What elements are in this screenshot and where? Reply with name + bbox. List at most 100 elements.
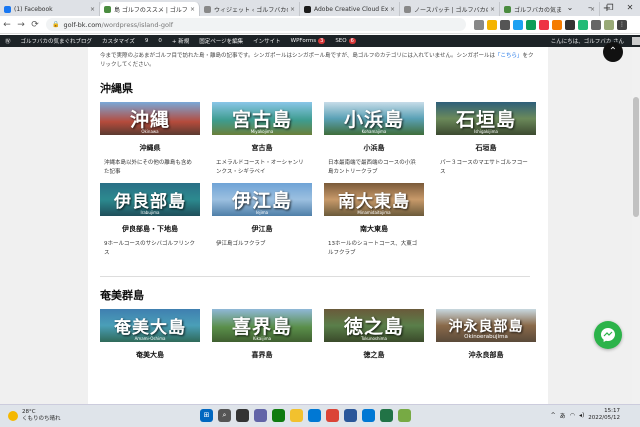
profile-avatar[interactable] [604, 19, 614, 30]
admin-wpforms[interactable]: WPForms 3 [286, 38, 331, 44]
island-name[interactable]: 沖永良部島 [436, 350, 536, 360]
island-name[interactable]: 宮古島 [212, 143, 312, 153]
island-card[interactable]: 喜界島 Kikaijima 喜界島 [212, 309, 312, 360]
admin-insight[interactable]: インサイト [248, 37, 286, 45]
island-card[interactable]: 南大東島 Minamidaitojima 南大東島 13ホールのショートコース、大東ゴ… [324, 183, 424, 258]
browser-tab[interactable]: (1) Facebook × [0, 2, 100, 16]
singapore-link[interactable]: 「こちら」 [495, 53, 523, 59]
browser-tab[interactable]: ノースパッチ | ゴルフバカの気ま× [400, 2, 500, 16]
island-thumbnail[interactable]: 沖縄 Okinawa [100, 102, 200, 135]
island-name[interactable]: 喜界島 [212, 350, 312, 360]
excel-icon[interactable] [380, 409, 393, 422]
tab-close-icon[interactable]: × [90, 6, 95, 13]
avatar[interactable] [632, 37, 640, 45]
volume-icon[interactable]: ◂) [579, 412, 584, 419]
island-name[interactable]: 奄美大島 [100, 350, 200, 360]
browser-tab[interactable]: 島 ゴルフのススメ | ゴルフバカの気ま× [100, 2, 200, 16]
messenger-chat-button[interactable] [594, 321, 622, 349]
admin-edit-page[interactable]: 固定ページを編集 [194, 37, 248, 45]
extension-icon[interactable] [513, 19, 523, 30]
address-bar[interactable]: 🔒 golf-bk.com/wordpress/island-golf [46, 18, 466, 31]
island-card[interactable]: 沖永良部島 Okinoerabujima 沖永良部島 [436, 309, 536, 360]
island-name[interactable]: 南大東島 [324, 224, 424, 234]
admin-new[interactable]: + 新規 [167, 37, 194, 45]
word-icon[interactable] [344, 409, 357, 422]
page-scrollbar[interactable] [632, 47, 640, 404]
admin-comments[interactable]: 0 [153, 38, 167, 44]
chat-icon[interactable] [254, 409, 267, 422]
file-explorer-icon[interactable] [290, 409, 303, 422]
tab-close-icon[interactable]: × [490, 6, 495, 13]
tab-close-icon[interactable]: × [190, 6, 195, 13]
island-thumbnail[interactable]: 南大東島 Minamidaitojima [324, 183, 424, 216]
island-card[interactable]: 宮古島 Miyakojima 宮古島 エメラルドコースト・オーシャンリンクス・シギラベ… [212, 102, 312, 177]
island-card[interactable]: 徳之島 Tokunoshima 徳之島 [324, 309, 424, 360]
windows-start-icon[interactable]: ⊞ [200, 409, 213, 422]
bookmark-star-icon[interactable] [487, 19, 497, 30]
island-name[interactable]: 伊良部島・下地島 [100, 224, 200, 234]
edge-icon[interactable] [272, 409, 285, 422]
island-card[interactable]: 沖縄 Okinawa 沖縄県 沖縄本島以外にその他の離島も含めた記事 [100, 102, 200, 177]
thumbnail-subtitle: Amami-Oshima [134, 336, 166, 341]
island-thumbnail[interactable]: 伊良部島 Irabujima [100, 183, 200, 216]
forward-icon[interactable]: → [14, 20, 28, 30]
extension-icon[interactable] [565, 19, 575, 30]
close-window-button[interactable]: ✕ [620, 0, 640, 16]
island-card[interactable]: 伊良部島 Irabujima 伊良部島・下地島 9ホールコースのサシバゴルフリンクス [100, 183, 200, 258]
extension-icon[interactable] [552, 19, 562, 30]
store-icon[interactable] [308, 409, 321, 422]
island-thumbnail[interactable]: 小浜島 Kohamajima [324, 102, 424, 135]
browser-tab[interactable]: Adobe Creative Cloud Expr × [300, 2, 400, 16]
chrome-icon[interactable] [326, 409, 339, 422]
island-card[interactable]: 奄美大島 Amami-Oshima 奄美大島 [100, 309, 200, 360]
admin-updates[interactable]: 9 [140, 38, 154, 44]
admin-customize[interactable]: カスタマイズ [97, 37, 140, 45]
wp-admin-bar: Ⓦ ゴルフバカの気まぐれブログ カスタマイズ 9 0 + 新規 固定ページを編集… [0, 35, 640, 47]
admin-site-name[interactable]: ゴルフバカの気まぐれブログ [16, 37, 98, 45]
clock[interactable]: 15:17 2022/05/12 [588, 408, 620, 422]
tab-close-icon[interactable]: × [390, 6, 395, 13]
minimize-button[interactable]: – [580, 0, 600, 16]
island-card[interactable]: 伊江島 Iejima 伊江島 伊江島ゴルフクラブ [212, 183, 312, 258]
browser-tab[interactable]: ウィジェット ‹ ゴルフバカの気まぐれ× [200, 2, 300, 16]
admin-seo[interactable]: SEO 6 [330, 38, 360, 44]
island-thumbnail[interactable]: 石垣島 Ishigakijima [436, 102, 536, 135]
lock-icon[interactable]: 🔒 [52, 21, 59, 28]
wifi-icon[interactable]: ◠ [570, 412, 575, 419]
extension-icon[interactable] [578, 19, 588, 30]
island-thumbnail[interactable]: 宮古島 Miyakojima [212, 102, 312, 135]
island-thumbnail[interactable]: 奄美大島 Amami-Oshima [100, 309, 200, 342]
back-icon[interactable]: ← [0, 20, 14, 30]
island-name[interactable]: 石垣島 [436, 143, 536, 153]
outlook-icon[interactable] [362, 409, 375, 422]
puzzle-icon[interactable] [591, 19, 601, 30]
tab-close-icon[interactable]: × [290, 6, 295, 13]
scrollbar-thumb[interactable] [633, 97, 639, 217]
island-thumbnail[interactable]: 伊江島 Iejima [212, 183, 312, 216]
app-icon[interactable] [398, 409, 411, 422]
search-icon[interactable]: ⌕ [218, 409, 231, 422]
island-name[interactable]: 徳之島 [324, 350, 424, 360]
reload-icon[interactable]: ⟳ [28, 20, 42, 30]
island-name[interactable]: 沖縄県 [100, 143, 200, 153]
tab-search-icon[interactable]: ⌄ [560, 0, 580, 16]
extension-icon[interactable] [539, 19, 549, 30]
scroll-to-top-button[interactable]: ⌃ [603, 42, 623, 62]
island-card[interactable]: 小浜島 Kohamajima 小浜島 日本最南端で最西端のコースの小浜島カントリークラ… [324, 102, 424, 177]
island-card[interactable]: 石垣島 Ishigakijima 石垣島 パー３コースのマエサトゴルフコース [436, 102, 536, 177]
ime-indicator[interactable]: あ [560, 411, 566, 420]
tray-chevron-icon[interactable]: ^ [551, 412, 556, 419]
island-thumbnail[interactable]: 徳之島 Tokunoshima [324, 309, 424, 342]
island-thumbnail[interactable]: 喜界島 Kikaijima [212, 309, 312, 342]
menu-kebab-icon[interactable]: ⋮ [617, 19, 627, 30]
share-icon[interactable] [474, 19, 484, 30]
island-name[interactable]: 小浜島 [324, 143, 424, 153]
island-thumbnail[interactable]: 沖永良部島 Okinoerabujima [436, 309, 536, 342]
island-name[interactable]: 伊江島 [212, 224, 312, 234]
extension-icon[interactable] [526, 19, 536, 30]
wp-logo-icon[interactable]: Ⓦ [0, 37, 16, 45]
weather-widget[interactable]: 28°C くもりのち晴れ [0, 409, 61, 423]
task-view-icon[interactable] [236, 409, 249, 422]
extension-icon[interactable] [500, 19, 510, 30]
maximize-button[interactable]: ❐ [600, 0, 620, 16]
